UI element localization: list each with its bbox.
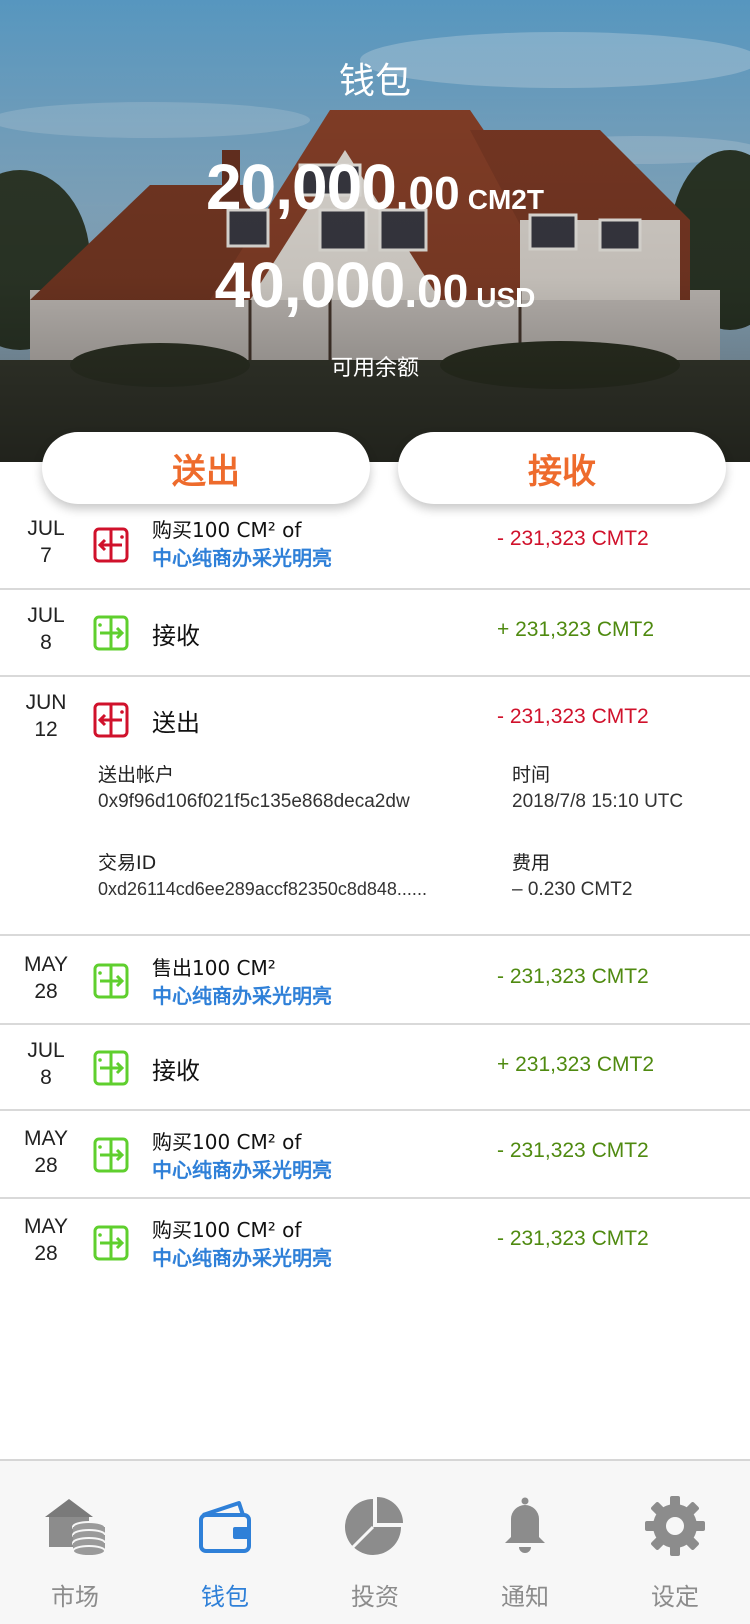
transaction-title: 接收 bbox=[152, 622, 200, 650]
page-title: 钱包 bbox=[338, 61, 411, 102]
tab-label: 市场 bbox=[51, 1583, 99, 1611]
fee-value: – 0.230 CMT2 bbox=[512, 879, 633, 900]
transaction-day: 8 bbox=[40, 631, 52, 654]
gear-icon bbox=[645, 1496, 705, 1556]
transaction-id-label: 交易ID bbox=[98, 852, 157, 874]
transaction-amount: - 231,323 CMT2 bbox=[497, 1227, 649, 1250]
tab-label: 投资 bbox=[351, 1583, 399, 1611]
tab-notifications[interactable]: 通知 bbox=[450, 1461, 600, 1624]
market-icon bbox=[45, 1499, 106, 1557]
receive-transfer-icon bbox=[93, 615, 129, 651]
transaction-day: 28 bbox=[34, 1154, 58, 1177]
transaction-row[interactable]: MAY 28 售出100 CM² 中心纯商办采光明亮 - 231,323 CMT… bbox=[0, 936, 750, 1025]
receive-transfer-icon bbox=[93, 1050, 129, 1086]
bottom-tab-bar: 市场 钱包 投资 通知 设定 bbox=[0, 1459, 750, 1624]
receive-transfer-icon bbox=[93, 963, 129, 999]
available-balance-label: 可用余额 bbox=[330, 356, 419, 381]
transaction-row[interactable]: MAY 28 购买100 CM² of 中心纯商办采光明亮 - 231,323 … bbox=[0, 1199, 750, 1287]
transaction-row[interactable]: JUL 8 接收 + 231,323 CMT2 bbox=[0, 590, 750, 677]
transaction-month: MAY bbox=[24, 1215, 68, 1238]
transaction-date: JUL 8 bbox=[8, 1037, 84, 1091]
tab-label: 通知 bbox=[501, 1583, 549, 1611]
transaction-property-link[interactable]: 中心纯商办采光明亮 bbox=[152, 980, 332, 1009]
transaction-title: 送出 bbox=[152, 709, 200, 737]
transaction-month: JUL bbox=[27, 517, 65, 540]
usd-balance-integer: 40,000 bbox=[214, 249, 406, 321]
transaction-amount: + 231,323 CMT2 bbox=[497, 1053, 655, 1076]
receive-transfer-icon bbox=[93, 1225, 129, 1261]
token-balance-integer: 20,000 bbox=[206, 151, 397, 223]
transaction-title: 售出100 CM² bbox=[152, 956, 276, 980]
wallet-icon bbox=[199, 1501, 251, 1553]
transaction-date: JUL 8 bbox=[8, 602, 84, 656]
transaction-title: 接收 bbox=[152, 1057, 200, 1085]
usd-balance-unit: USD bbox=[476, 282, 536, 313]
bell-icon bbox=[505, 1497, 545, 1553]
transaction-amount: - 231,323 CMT2 bbox=[497, 965, 649, 988]
tab-invest[interactable]: 投资 bbox=[300, 1461, 450, 1624]
transaction-month: JUL bbox=[27, 1039, 65, 1062]
transaction-day: 7 bbox=[40, 544, 52, 567]
send-transfer-icon bbox=[93, 702, 129, 738]
transaction-day: 28 bbox=[34, 1242, 58, 1265]
transaction-title: 购买100 CM² of bbox=[152, 1218, 302, 1242]
transaction-title: 购买100 CM² of bbox=[152, 518, 302, 542]
transaction-day: 28 bbox=[34, 980, 58, 1003]
send-transfer-icon bbox=[93, 527, 129, 563]
receive-button[interactable]: 接收 bbox=[398, 432, 726, 504]
transaction-row[interactable]: JUL 8 接收 + 231,323 CMT2 bbox=[0, 1025, 750, 1111]
time-label: 时间 bbox=[512, 764, 551, 786]
fee-label: 费用 bbox=[512, 852, 551, 874]
transaction-month: MAY bbox=[24, 953, 68, 976]
transaction-list: JUL 7 购买100 CM² of 中心纯商办采光明亮 - 231,323 C… bbox=[0, 505, 750, 1287]
transaction-amount: - 231,323 CMT2 bbox=[497, 527, 649, 550]
transaction-property-link[interactable]: 中心纯商办采光明亮 bbox=[152, 542, 332, 571]
time-value: 2018/7/8 15:10 UTC bbox=[512, 791, 684, 812]
send-button[interactable]: 送出 bbox=[42, 432, 370, 504]
transaction-month: MAY bbox=[24, 1127, 68, 1150]
transaction-property-link[interactable]: 中心纯商办采光明亮 bbox=[152, 1154, 332, 1183]
header-banner: 钱包 20,000.00 CM2T 40,000.00 USD 可用余额 bbox=[0, 0, 750, 462]
transaction-row[interactable]: JUL 7 购买100 CM² of 中心纯商办采光明亮 - 231,323 C… bbox=[0, 505, 750, 590]
from-account-label: 送出帐户 bbox=[98, 764, 175, 786]
tab-market[interactable]: 市场 bbox=[0, 1461, 150, 1624]
token-balance-unit: CM2T bbox=[467, 184, 544, 215]
receive-transfer-icon bbox=[93, 1137, 129, 1173]
from-account-value: 0x9f96d106f021f5c135e868deca2dw bbox=[98, 791, 410, 812]
transaction-id-value[interactable]: 0xd26114cd6ee289accf82350c8d848...... bbox=[98, 879, 427, 900]
usd-balance: 40,000.00 USD bbox=[0, 248, 750, 322]
transaction-date: JUL 7 bbox=[8, 515, 84, 569]
transaction-amount: - 231,323 CMT2 bbox=[497, 705, 649, 728]
transaction-date: MAY 28 bbox=[8, 1213, 84, 1267]
usd-balance-decimal: .00 bbox=[404, 265, 469, 317]
transaction-month: JUL bbox=[27, 604, 65, 627]
transaction-row-expanded[interactable]: JUN 12 送出 - 231,323 CMT2 送出帐户 0x9f96d106… bbox=[0, 677, 750, 936]
tab-settings[interactable]: 设定 bbox=[600, 1461, 750, 1624]
transaction-date: MAY 28 bbox=[8, 951, 84, 1005]
transaction-month: JUN bbox=[25, 691, 67, 714]
transaction-title: 购买100 CM² of bbox=[152, 1130, 302, 1154]
token-balance: 20,000.00 CM2T bbox=[0, 150, 750, 224]
transaction-amount: - 231,323 CMT2 bbox=[497, 1139, 649, 1162]
transaction-date: JUN 12 bbox=[8, 689, 84, 743]
transaction-day: 8 bbox=[40, 1066, 52, 1089]
tab-wallet[interactable]: 钱包 bbox=[150, 1461, 300, 1624]
transaction-amount: + 231,323 CMT2 bbox=[497, 618, 655, 641]
pie-chart-icon bbox=[345, 1497, 403, 1555]
transaction-date: MAY 28 bbox=[8, 1125, 84, 1179]
token-balance-decimal: .00 bbox=[395, 167, 460, 219]
transaction-property-link[interactable]: 中心纯商办采光明亮 bbox=[152, 1242, 332, 1271]
transaction-row[interactable]: MAY 28 购买100 CM² of 中心纯商办采光明亮 - 231,323 … bbox=[0, 1111, 750, 1199]
tab-label: 设定 bbox=[651, 1583, 699, 1611]
transaction-day: 12 bbox=[34, 718, 58, 741]
tab-label: 钱包 bbox=[201, 1583, 249, 1611]
